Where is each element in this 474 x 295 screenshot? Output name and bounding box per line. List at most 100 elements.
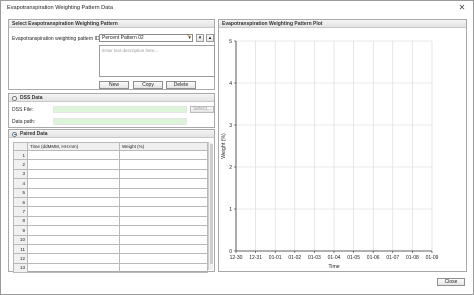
time-cell[interactable] bbox=[27, 168, 120, 180]
row-number[interactable]: 12 bbox=[13, 253, 28, 264]
weight-cell[interactable] bbox=[119, 234, 208, 245]
row-number[interactable]: 3 bbox=[13, 168, 28, 180]
x-tick-label: 01-02 bbox=[288, 255, 301, 261]
time-cell[interactable] bbox=[27, 149, 120, 161]
row-number[interactable]: 13 bbox=[13, 262, 28, 274]
time-cell[interactable] bbox=[27, 196, 120, 208]
edit-pencil-icon[interactable]: ✎ bbox=[185, 34, 193, 42]
y-tick-label: 1 bbox=[229, 207, 232, 213]
table-row: 9 bbox=[13, 225, 208, 236]
table-row: 5 bbox=[13, 187, 208, 198]
table-row: 3 bbox=[13, 168, 208, 180]
delete-button[interactable]: Delete bbox=[166, 81, 196, 89]
table-row: 2 bbox=[13, 159, 208, 170]
scrollbar-thumb[interactable] bbox=[210, 144, 213, 264]
time-cell[interactable] bbox=[27, 215, 120, 227]
dss-data-group: DSS Data DSS File: Select... Data path: bbox=[8, 93, 215, 128]
weight-cell[interactable] bbox=[119, 178, 208, 189]
dss-data-radio[interactable] bbox=[12, 95, 17, 101]
table-row: 13 bbox=[13, 262, 208, 274]
y-tick-label: 0 bbox=[229, 249, 232, 255]
x-tick-label: 01-07 bbox=[386, 255, 399, 261]
column-header-time[interactable]: Time (ddMMM, HH:mm) bbox=[27, 142, 120, 151]
row-number[interactable]: 11 bbox=[13, 243, 28, 255]
row-number[interactable]: 1 bbox=[13, 149, 28, 161]
chevron-up-icon[interactable]: ▴ bbox=[206, 34, 214, 42]
table-row: 8 bbox=[13, 215, 208, 227]
table-row: 6 bbox=[13, 196, 208, 208]
weight-cell[interactable] bbox=[119, 196, 208, 208]
copy-button[interactable]: Copy bbox=[133, 81, 163, 89]
paired-data-table: Time (ddMMM, HH:mm) Weight (%) 123456789… bbox=[13, 142, 208, 274]
title-bar: Evapotranspiration Weighting Pattern Dat… bbox=[1, 1, 473, 15]
x-axis-title: Time bbox=[328, 264, 339, 270]
time-cell[interactable] bbox=[27, 225, 120, 236]
dss-file-field[interactable] bbox=[53, 106, 187, 113]
x-tick-label: 01-03 bbox=[308, 255, 321, 261]
close-icon[interactable]: ✕ bbox=[457, 3, 467, 12]
column-header-weight[interactable]: Weight (%) bbox=[119, 142, 208, 151]
row-number[interactable]: 4 bbox=[13, 178, 28, 189]
plot-group: Evapotranspiration Weighting Pattern Plo… bbox=[218, 19, 467, 272]
select-pattern-group: Select Evapotranspiration Weighting Patt… bbox=[8, 19, 215, 90]
table-row: 12 bbox=[13, 253, 208, 264]
table-row: 4 bbox=[13, 178, 208, 189]
row-number[interactable]: 5 bbox=[13, 187, 28, 198]
row-number[interactable]: 8 bbox=[13, 215, 28, 227]
paired-data-title: Paired Data bbox=[20, 131, 48, 137]
time-cell[interactable] bbox=[27, 206, 120, 217]
weight-cell[interactable] bbox=[119, 215, 208, 227]
table-row: 11 bbox=[13, 243, 208, 255]
time-cell[interactable] bbox=[27, 187, 120, 198]
weight-cell[interactable] bbox=[119, 243, 208, 255]
weight-cell[interactable] bbox=[119, 149, 208, 161]
x-tick-label: 01-05 bbox=[347, 255, 360, 261]
weight-cell[interactable] bbox=[119, 159, 208, 170]
row-number[interactable]: 2 bbox=[13, 159, 28, 170]
row-number[interactable]: 9 bbox=[13, 225, 28, 236]
weight-cell[interactable] bbox=[119, 262, 208, 274]
paired-data-option[interactable]: Paired Data bbox=[9, 130, 214, 138]
new-button[interactable]: New bbox=[99, 81, 129, 89]
row-number[interactable]: 10 bbox=[13, 234, 28, 245]
time-cell[interactable] bbox=[27, 253, 120, 264]
table-header-row: Time (ddMMM, HH:mm) Weight (%) bbox=[13, 142, 208, 151]
pattern-id-value: Percent Pattern 02 bbox=[102, 35, 144, 41]
time-cell[interactable] bbox=[27, 234, 120, 245]
weight-cell[interactable] bbox=[119, 206, 208, 217]
x-tick-label: 01-08 bbox=[406, 255, 419, 261]
weight-cell[interactable] bbox=[119, 253, 208, 264]
x-tick-label: 12-30 bbox=[230, 255, 243, 261]
window-title: Evapotranspiration Weighting Pattern Dat… bbox=[7, 5, 113, 11]
table-row: 1 bbox=[13, 149, 208, 161]
row-number[interactable]: 7 bbox=[13, 206, 28, 217]
select-pattern-header: Select Evapotranspiration Weighting Patt… bbox=[9, 20, 214, 28]
paired-data-radio[interactable] bbox=[12, 131, 17, 137]
weight-cell[interactable] bbox=[119, 187, 208, 198]
weight-cell[interactable] bbox=[119, 225, 208, 236]
time-cell[interactable] bbox=[27, 159, 120, 170]
description-textarea[interactable]: Enter text description here... bbox=[99, 45, 215, 77]
pattern-id-dropdown[interactable]: Percent Pattern 02 ▾ bbox=[99, 34, 193, 42]
time-cell[interactable] bbox=[27, 178, 120, 189]
y-tick-label: 5 bbox=[229, 39, 232, 45]
paired-data-group: Paired Data Time (ddMMM, HH:mm) Weight (… bbox=[8, 129, 215, 274]
data-path-field[interactable] bbox=[53, 118, 187, 125]
dss-data-title: DSS Data bbox=[20, 95, 43, 101]
table-scrollbar[interactable] bbox=[208, 142, 213, 270]
dss-file-label: DSS File: bbox=[12, 107, 34, 113]
close-button[interactable]: Close bbox=[437, 278, 465, 286]
x-tick-label: 01-01 bbox=[269, 255, 282, 261]
select-dss-button[interactable]: Select... bbox=[190, 106, 214, 113]
y-tick-label: 2 bbox=[229, 165, 232, 171]
description-placeholder: Enter text description here... bbox=[102, 48, 159, 53]
y-tick-label: 4 bbox=[229, 81, 232, 87]
dss-data-option[interactable]: DSS Data bbox=[9, 94, 214, 102]
x-tick-label: 01-04 bbox=[328, 255, 341, 261]
weight-cell[interactable] bbox=[119, 168, 208, 180]
time-cell[interactable] bbox=[27, 262, 120, 274]
dialog-window: Evapotranspiration Weighting Pattern Dat… bbox=[0, 0, 474, 295]
chevron-down-icon[interactable]: ▾ bbox=[196, 34, 204, 42]
time-cell[interactable] bbox=[27, 243, 120, 255]
row-number[interactable]: 6 bbox=[13, 196, 28, 208]
